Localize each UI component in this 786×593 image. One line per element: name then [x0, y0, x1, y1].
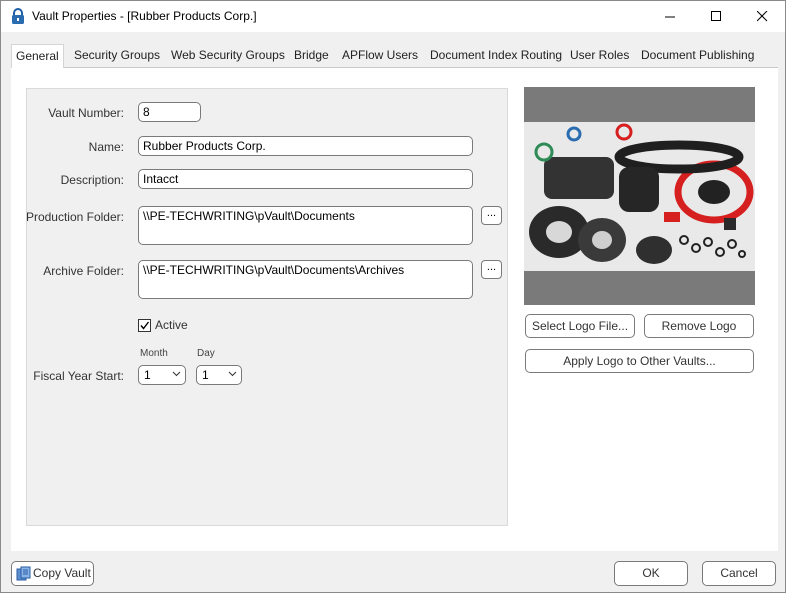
archive-folder-field[interactable]: \\PE-TECHWRITING\pVault\Documents\Archiv…	[138, 260, 473, 299]
tab-user-roles[interactable]: User Roles	[566, 44, 633, 67]
copy-vault-label: Copy Vault	[33, 566, 91, 580]
vault-number-field[interactable]: 8	[138, 102, 201, 122]
name-label: Name:	[88, 140, 124, 154]
month-select[interactable]: 1	[138, 365, 186, 385]
vault-properties-window: Vault Properties - [Rubber Products Corp…	[0, 0, 786, 593]
name-field[interactable]: Rubber Products Corp.	[138, 136, 473, 156]
archive-folder-label: Archive Folder:	[43, 264, 124, 278]
tab-strip: General Security Groups Web Security Gro…	[11, 44, 778, 68]
chevron-down-icon	[228, 371, 237, 377]
archive-folder-browse-button[interactable]: ...	[481, 260, 502, 279]
fiscal-year-start-label: Fiscal Year Start:	[33, 369, 124, 383]
logo-preview-frame	[524, 87, 755, 305]
tab-apflow-users[interactable]: APFlow Users	[338, 44, 422, 67]
copy-vault-icon	[16, 566, 31, 581]
rubber-products-image	[524, 122, 755, 271]
tab-general[interactable]: General	[11, 44, 64, 68]
lock-icon	[12, 8, 24, 24]
minimize-button[interactable]	[647, 1, 693, 32]
checkmark-icon	[140, 321, 150, 330]
maximize-button[interactable]	[693, 1, 739, 32]
month-value: 1	[144, 368, 151, 382]
tab-web-security-groups[interactable]: Web Security Groups	[167, 44, 289, 67]
close-icon	[756, 11, 767, 22]
active-checkbox[interactable]	[138, 319, 151, 332]
day-select[interactable]: 1	[196, 365, 242, 385]
general-tab-page: Vault Number: 8 Name: Rubber Products Co…	[11, 68, 778, 551]
tab-document-index-routing[interactable]: Document Index Routing	[426, 44, 566, 67]
tab-bridge[interactable]: Bridge	[290, 44, 333, 67]
day-value: 1	[202, 368, 209, 382]
month-label: Month	[140, 348, 168, 359]
maximize-icon	[710, 11, 721, 21]
production-folder-field[interactable]: \\PE-TECHWRITING\pVault\Documents	[138, 206, 473, 245]
remove-logo-button[interactable]: Remove Logo	[644, 314, 754, 338]
description-field[interactable]: Intacct	[138, 169, 473, 189]
ok-button[interactable]: OK	[614, 561, 688, 586]
close-button[interactable]	[739, 1, 785, 32]
minimize-icon	[664, 16, 675, 18]
title-bar[interactable]: Vault Properties - [Rubber Products Corp…	[1, 1, 785, 32]
cancel-button[interactable]: Cancel	[702, 561, 776, 586]
production-folder-label: Production Folder:	[25, 210, 124, 224]
window-title: Vault Properties - [Rubber Products Corp…	[32, 9, 257, 23]
tab-security-groups[interactable]: Security Groups	[70, 44, 164, 67]
production-folder-browse-button[interactable]: ...	[481, 206, 502, 225]
logo-image	[524, 122, 755, 271]
general-group-panel: Vault Number: 8 Name: Rubber Products Co…	[26, 88, 508, 526]
day-label: Day	[197, 348, 215, 359]
select-logo-file-button[interactable]: Select Logo File...	[525, 314, 635, 338]
chevron-down-icon	[172, 371, 181, 377]
active-label: Active	[155, 318, 188, 332]
description-label: Description:	[60, 173, 124, 187]
tab-document-publishing[interactable]: Document Publishing	[637, 44, 758, 67]
apply-logo-button[interactable]: Apply Logo to Other Vaults...	[525, 349, 754, 373]
copy-vault-button[interactable]: Copy Vault	[11, 561, 94, 586]
vault-number-label: Vault Number:	[48, 106, 124, 120]
